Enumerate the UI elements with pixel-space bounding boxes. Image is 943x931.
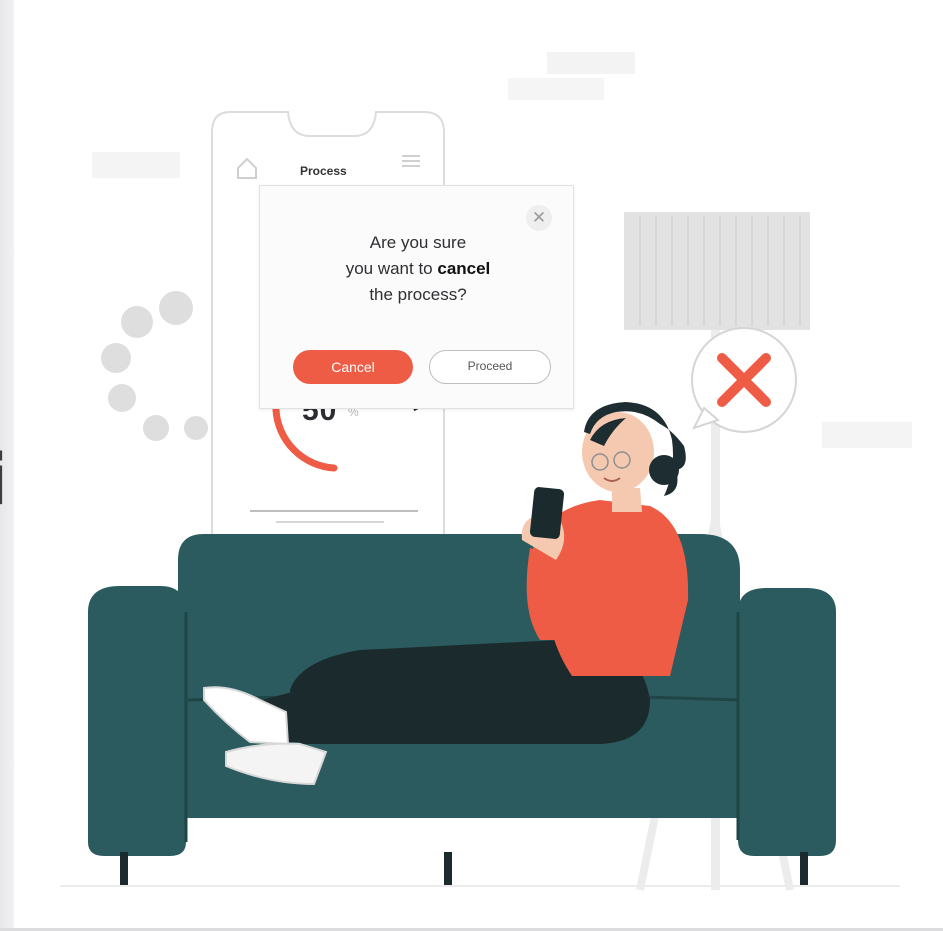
proceed-button[interactable]: Proceed xyxy=(429,350,551,384)
dialog-line-3: the process? xyxy=(369,285,467,304)
cancel-button[interactable]: Cancel xyxy=(293,350,413,384)
cancel-confirmation-dialog: ✕ Are you sure you want to cancel the pr… xyxy=(259,185,574,409)
bg-shape xyxy=(508,78,604,100)
handheld-phone xyxy=(529,487,565,539)
bg-shape xyxy=(547,52,635,74)
illustration xyxy=(60,52,912,891)
bg-shape xyxy=(822,422,912,448)
loading-spinner-icon xyxy=(101,291,208,441)
close-icon[interactable]: ✕ xyxy=(526,205,552,231)
dialog-line-2: you want to cancel xyxy=(282,256,554,282)
dialog-line-2-prefix: you want to xyxy=(345,259,438,278)
dialog-line-1: Are you sure xyxy=(369,233,467,252)
phone-screen-title: Process xyxy=(300,164,347,178)
error-bubble xyxy=(691,327,797,433)
dialog-line-2-emphasis: cancel xyxy=(437,259,491,278)
bg-shape xyxy=(92,152,180,178)
dialog-message: Are you sure you want to cancel the proc… xyxy=(282,230,554,308)
